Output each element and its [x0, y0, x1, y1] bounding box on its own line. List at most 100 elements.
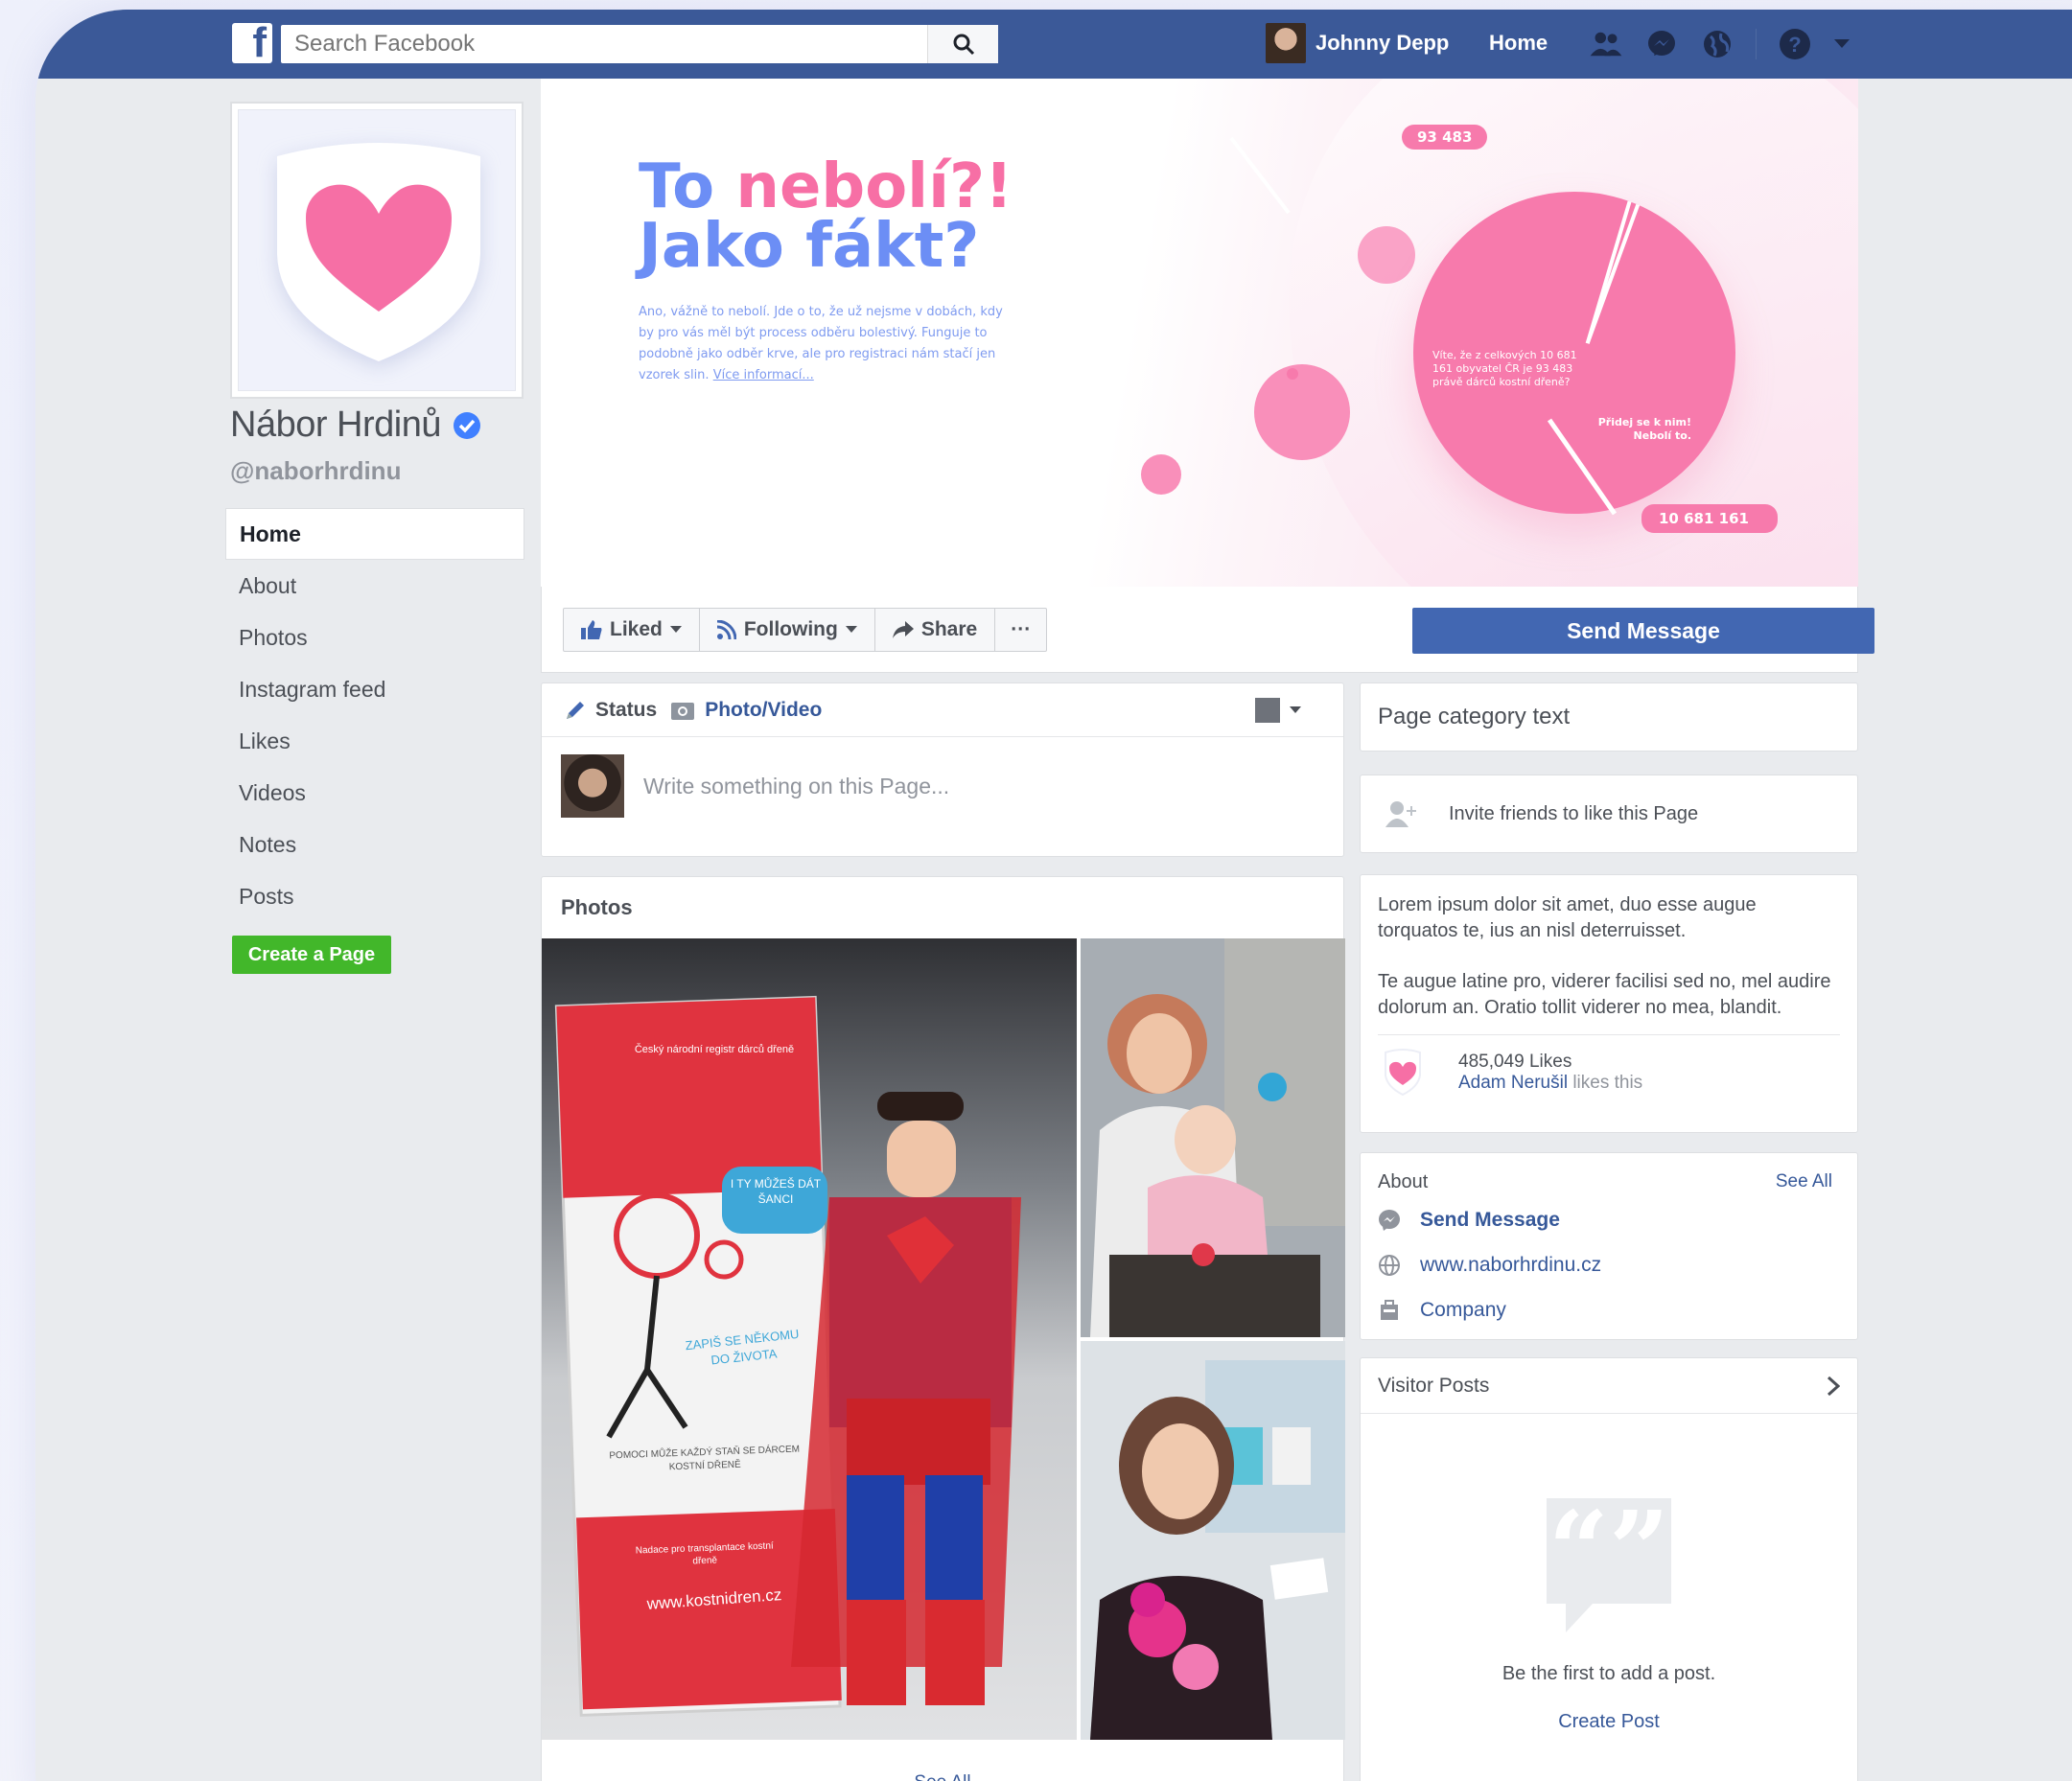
banner-slogan: I TY MŮŽEŠ DÁT ŠANCI — [730, 1177, 822, 1206]
caret-down-icon — [1290, 705, 1301, 713]
quote-bubble-icon: “” — [1547, 1498, 1671, 1632]
svg-text:?: ? — [1788, 33, 1801, 57]
user-avatar — [1266, 23, 1306, 63]
top-separator — [1756, 29, 1757, 59]
page-name-text: Nábor Hrdinů — [230, 405, 442, 445]
browser-frame: f Johnny Depp Home ? — [35, 10, 2072, 1781]
color-square-icon — [1255, 697, 1280, 723]
profile-link[interactable]: Johnny Depp — [1266, 23, 1449, 63]
composer-body[interactable]: Write something on this Page... — [542, 737, 1343, 835]
about-send-message-row[interactable]: Send Message — [1378, 1197, 1840, 1242]
photo-grid: Český národní registr dárců dřeně I TY M… — [542, 938, 1345, 1740]
share-arrow-icon — [892, 621, 914, 638]
visitor-posts-card: Visitor Posts “” Be the first to add a p… — [1360, 1357, 1858, 1781]
photos-card: Photos Český národní registr dárců dřeně… — [541, 876, 1345, 1781]
globe-icon — [1379, 1254, 1400, 1276]
search-input[interactable] — [281, 25, 923, 63]
top-bar: f Johnny Depp Home ? — [35, 10, 2072, 79]
send-message-button[interactable]: Send Message — [1412, 608, 1874, 654]
camera-icon — [671, 702, 695, 720]
top-icons: ? — [1589, 27, 1851, 61]
briefcase-icon — [1381, 1299, 1398, 1320]
nav-item-photos[interactable]: Photos — [225, 612, 524, 663]
cover-photo[interactable]: To nebolí?! Jako fákt? Ano, vážně to neb… — [541, 79, 1858, 587]
nav-item-notes[interactable]: Notes — [225, 819, 524, 870]
profile-picture[interactable] — [230, 102, 524, 399]
caret-down-icon[interactable] — [1833, 27, 1851, 61]
photo-woman-badge-image — [1081, 1341, 1345, 1740]
more-dots-icon: ··· — [1011, 618, 1032, 640]
invite-text: Invite friends to like this Page — [1449, 802, 1699, 824]
badge-donors: 93 483 — [1402, 125, 1488, 150]
create-post-link[interactable]: Create Post — [1361, 1711, 1857, 1733]
nav-item-instagram-feed[interactable]: Instagram feed — [225, 663, 524, 715]
share-button[interactable]: Share — [875, 609, 996, 651]
photos-title[interactable]: Photos — [542, 877, 1343, 938]
user-name: Johnny Depp — [1315, 31, 1450, 55]
friend-like-link[interactable]: Adam Nerušil — [1458, 1073, 1568, 1093]
about-company-row[interactable]: Company — [1378, 1287, 1840, 1332]
share-label: Share — [920, 618, 978, 640]
page-info-card: Lorem ipsum dolor sit amet, duo esse aug… — [1360, 874, 1858, 1133]
post-composer: Status Photo/Video Write something on th… — [541, 682, 1344, 857]
profile-picture-inner — [238, 109, 516, 391]
visitor-posts-header[interactable]: Visitor Posts — [1361, 1358, 1857, 1414]
friend-like-suffix: likes this — [1568, 1073, 1643, 1093]
page-description-1: Lorem ipsum dolor sit amet, duo esse aug… — [1378, 894, 1757, 941]
facebook-logo-icon[interactable]: f — [232, 19, 272, 66]
thumbs-up-icon — [581, 620, 602, 639]
search-button[interactable] — [927, 25, 998, 63]
messenger-icon[interactable] — [1644, 27, 1679, 61]
create-page-button[interactable]: Create a Page — [232, 936, 391, 974]
photo-superhero[interactable]: Český národní registr dárců dřeně I TY M… — [542, 938, 1077, 1740]
visitor-empty-text: Be the first to add a post. — [1502, 1663, 1716, 1684]
nav-item-about[interactable]: About — [225, 560, 524, 612]
page-handle[interactable]: @naborhrdinu — [230, 456, 401, 486]
page-category-card: Page category text — [1360, 682, 1858, 752]
friends-icon[interactable] — [1589, 27, 1623, 61]
following-button[interactable]: Following — [700, 609, 875, 651]
about-see-all-link[interactable]: See All — [1776, 1171, 1832, 1192]
search-box — [281, 25, 998, 63]
page-category-text: Page category text — [1378, 704, 1571, 729]
tab-photo-video[interactable]: Photo/Video — [670, 699, 822, 722]
composer-tabs: Status Photo/Video — [542, 683, 1343, 737]
page-description-2: Te augue latine pro, viderer facilisi se… — [1378, 971, 1831, 1018]
rss-feed-icon — [716, 620, 736, 639]
invite-card[interactable]: Invite friends to like this Page — [1360, 775, 1858, 853]
about-website-row[interactable]: www.naborhrdinu.cz — [1378, 1242, 1840, 1287]
info-divider — [1378, 1034, 1840, 1035]
callout-line-top — [1229, 136, 1291, 215]
nav-item-videos[interactable]: Videos — [225, 767, 524, 819]
pie-fact-text: Víte, že z celkových 10 681 161 obyvatel… — [1432, 349, 1577, 388]
liked-button[interactable]: Liked — [564, 609, 700, 651]
about-card: About See All Send Message www.naborhrdi… — [1360, 1152, 1858, 1340]
badge-population: 10 681 161 — [1641, 504, 1778, 533]
likes-count[interactable]: 485,049 Likes — [1458, 1052, 1642, 1073]
composer-avatar — [561, 754, 624, 818]
nav-item-posts[interactable]: Posts — [225, 870, 524, 922]
photo-woman-badge[interactable] — [1081, 1341, 1345, 1740]
nav-item-likes[interactable]: Likes — [225, 715, 524, 767]
pencil-icon — [567, 701, 584, 719]
caret-down-icon — [669, 626, 682, 633]
home-link[interactable]: Home — [1489, 31, 1548, 56]
composer-placeholder[interactable]: Write something on this Page... — [643, 774, 949, 799]
banner-text-overlay: Český národní registr dárců dřeně — [634, 1044, 795, 1055]
post-type-dropdown[interactable] — [1255, 697, 1301, 723]
action-button-group: Liked Following Share ··· — [563, 608, 1048, 652]
photos-see-all-link[interactable]: See All — [542, 1772, 1343, 1781]
verified-badge-icon — [454, 411, 480, 439]
tab-status[interactable]: Status — [565, 699, 657, 722]
svg-text:“”: “” — [1548, 1498, 1670, 1611]
globe-icon[interactable] — [1700, 27, 1734, 61]
more-options-button[interactable]: ··· — [995, 609, 1046, 651]
help-icon[interactable]: ? — [1778, 27, 1812, 61]
page-title: Nábor Hrdinů — [230, 405, 481, 446]
photo-mother-child[interactable] — [1081, 938, 1345, 1337]
photo-mother-child-image — [1081, 938, 1345, 1337]
likes-row: 485,049 Likes Adam Nerušil likes this — [1378, 1049, 1840, 1097]
add-friend-icon — [1385, 801, 1416, 827]
nav-item-home[interactable]: Home — [225, 508, 524, 560]
about-title: About — [1378, 1170, 1429, 1192]
